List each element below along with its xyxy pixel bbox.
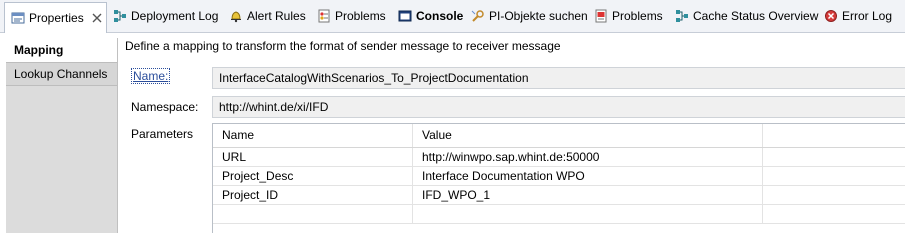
console-icon (398, 9, 412, 23)
empty-cell (213, 205, 413, 223)
tab-alert-rules[interactable]: Alert Rules (229, 0, 306, 32)
table-row[interactable]: URL http://winwpo.sap.whint.de:50000 (213, 148, 905, 167)
tab-console[interactable]: Console (398, 0, 463, 32)
tab-label: Problems (612, 9, 663, 23)
param-value-cell[interactable]: IFD_WPO_1 (413, 186, 763, 204)
cache-status-icon (675, 9, 689, 23)
empty-cell (763, 205, 905, 223)
alert-bell-icon (229, 9, 243, 23)
table-header-row: Name Value (213, 124, 905, 148)
empty-cell (763, 186, 905, 204)
problems-icon (594, 9, 608, 23)
empty-cell (763, 167, 905, 185)
param-value-cell[interactable]: http://winwpo.sap.whint.de:50000 (413, 148, 763, 166)
param-name-cell[interactable]: URL (213, 148, 413, 166)
search-objects-icon (471, 9, 485, 23)
tab-pi-objekte-suchen[interactable]: PI-Objekte suchen (471, 0, 588, 32)
param-name-cell[interactable]: Project_Desc (213, 167, 413, 185)
tab-label: Console (416, 9, 464, 23)
param-name-cell[interactable]: Project_ID (213, 186, 413, 204)
tab-label: Deployment Log (131, 9, 219, 23)
tab-problems-2[interactable]: Problems (594, 0, 663, 32)
param-value-cell[interactable]: Interface Documentation WPO (413, 167, 763, 185)
nav-item-lookup-channels[interactable]: Lookup Channels (6, 62, 117, 86)
tab-deployment-log[interactable]: Deployment Log (113, 0, 218, 32)
tab-cache-status-overview[interactable]: Cache Status Overview (675, 0, 818, 32)
table-row[interactable]: Project_Desc Interface Documentation WPO (213, 167, 905, 186)
name-field[interactable]: InterfaceCatalogWithScenarios_To_Project… (212, 67, 905, 89)
tab-label: PI-Objekte suchen (489, 9, 588, 23)
tab-label: Alert Rules (247, 9, 306, 23)
tab-label: Cache Status Overview (693, 9, 819, 23)
nav-item-mapping[interactable]: Mapping (6, 38, 117, 62)
parameters-label: Parameters (131, 127, 194, 141)
column-header-value[interactable]: Value (413, 124, 763, 147)
name-label[interactable]: Name: (131, 68, 171, 84)
namespace-label: Namespace: (131, 100, 199, 114)
name-link[interactable]: Name: (131, 68, 171, 84)
namespace-field[interactable]: http://whint.de/xi/IFD (212, 96, 905, 118)
table-row[interactable]: Project_ID IFD_WPO_1 (213, 186, 905, 205)
empty-cell (413, 205, 763, 223)
empty-cell (763, 148, 905, 166)
parameters-table: Name Value URL http://winwpo.sap.whint.d… (212, 123, 905, 233)
problems-icon (317, 9, 331, 23)
section-nav: Mapping Lookup Channels (6, 38, 118, 233)
tab-properties[interactable]: Properties (4, 2, 107, 33)
section-description: Define a mapping to transform the format… (125, 39, 561, 53)
tab-error-log[interactable]: Error Log (824, 0, 892, 32)
view-tab-bar: Properties Deployment Log Alert Rules Pr… (0, 0, 905, 33)
tab-label: Problems (335, 9, 386, 23)
tab-problems[interactable]: Problems (317, 0, 386, 32)
table-row-empty[interactable] (213, 205, 905, 224)
properties-icon (11, 11, 25, 25)
close-icon[interactable] (92, 13, 103, 24)
error-log-icon (824, 9, 838, 23)
column-header-empty (763, 124, 905, 147)
tab-label: Error Log (842, 9, 893, 23)
column-header-name[interactable]: Name (213, 124, 413, 147)
deployment-log-icon (113, 9, 127, 23)
tab-label: Properties (29, 11, 84, 25)
